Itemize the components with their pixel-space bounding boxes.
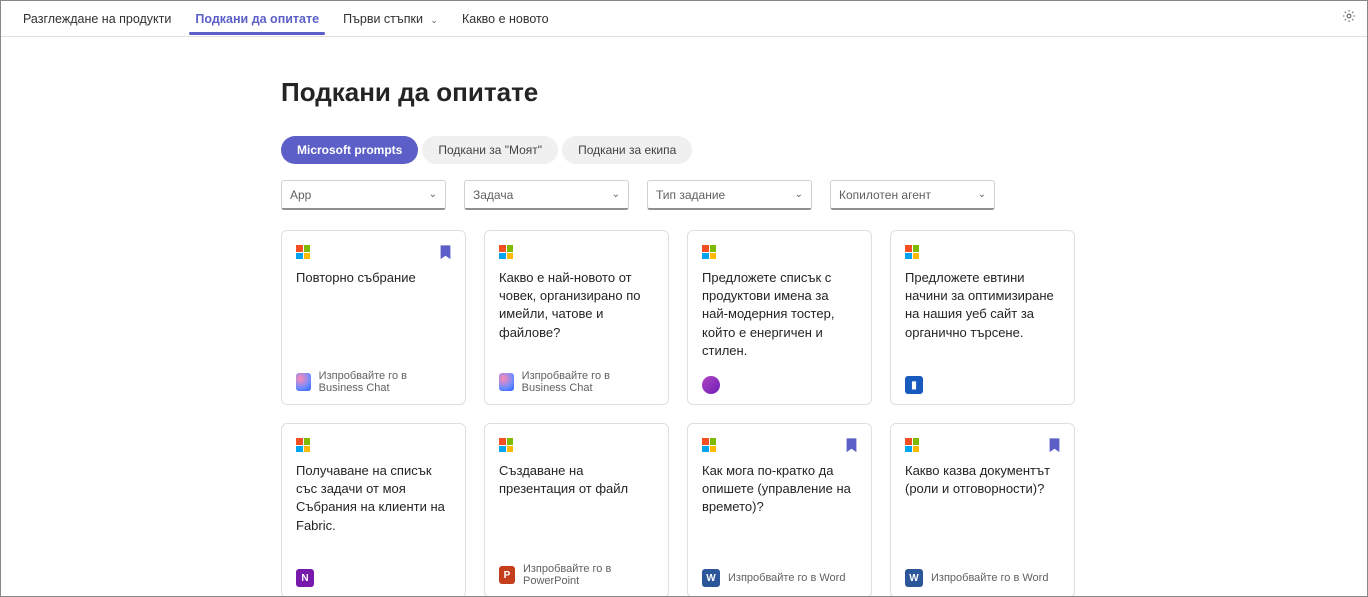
filter-app[interactable]: App ⌄ xyxy=(281,180,446,210)
prompt-card[interactable]: Повторно събрание Изпробвайте го в Busin… xyxy=(281,230,466,405)
copilot-icon xyxy=(296,373,311,391)
card-footer-label: Изпробвайте го в Business Chat xyxy=(319,370,451,394)
card-footer: Изпробвайте го в Business Chat xyxy=(296,370,451,394)
nav-browse-products[interactable]: Разглеждане на продукти xyxy=(11,4,183,34)
microsoft-logo-icon xyxy=(296,438,310,452)
bookmark-icon xyxy=(1049,438,1060,452)
nav-getting-started[interactable]: Първи стъпки ⌄ xyxy=(331,4,450,34)
tab-team-prompts[interactable]: Подкани за екипа xyxy=(562,136,692,164)
content-scroll-area[interactable]: Подкани да опитате Microsoft prompts Под… xyxy=(1,37,1367,596)
prompt-cards-grid: Повторно събрание Изпробвайте го в Busin… xyxy=(281,230,1367,596)
filter-app-label: App xyxy=(290,188,311,202)
prompt-card[interactable]: Какво казва документът (роли и отговорно… xyxy=(890,423,1075,596)
page-content: Подкани да опитате Microsoft prompts Под… xyxy=(1,37,1367,596)
chevron-down-icon: ⌄ xyxy=(429,189,437,200)
filter-task-type[interactable]: Тип задание ⌄ xyxy=(647,180,812,210)
top-nav-bar: Разглеждане на продукти Подкани да опита… xyxy=(1,1,1367,37)
card-header xyxy=(499,438,654,452)
card-footer: W Изпробвайте го в Word xyxy=(905,569,1060,587)
card-footer-label: Изпробвайте го в PowerPoint xyxy=(523,563,654,587)
chevron-down-icon: ⌄ xyxy=(430,15,438,25)
card-title: Какво е най-новото от човек, организиран… xyxy=(499,269,654,342)
filter-row: App ⌄ Задача ⌄ Тип задание ⌄ Копилотен а… xyxy=(281,180,1367,210)
card-header xyxy=(905,438,1060,452)
microsoft-logo-icon xyxy=(499,438,513,452)
card-footer: Изпробвайте го в Business Chat xyxy=(499,370,654,394)
prompt-card[interactable]: Получаване на списък със задачи от моя С… xyxy=(281,423,466,596)
card-title: Предложете евтини начини за оптимизиране… xyxy=(905,269,1060,342)
prompt-card[interactable]: Как мога по-кратко да опишете (управлени… xyxy=(687,423,872,596)
word-icon: W xyxy=(905,569,923,587)
powerpoint-icon: P xyxy=(499,566,515,584)
word-icon: W xyxy=(702,569,720,587)
page-title: Подкани да опитате xyxy=(281,77,1367,108)
tab-microsoft-prompts[interactable]: Microsoft prompts xyxy=(281,136,418,164)
card-footer: W Изпробвайте го в Word xyxy=(702,569,857,587)
nav-whats-new[interactable]: Какво е новото xyxy=(450,4,561,34)
card-title: Какво казва документът (роли и отговорно… xyxy=(905,462,1060,498)
card-header xyxy=(296,245,451,259)
card-header xyxy=(499,245,654,259)
card-header xyxy=(296,438,451,452)
card-title: Получаване на списък със задачи от моя С… xyxy=(296,462,451,535)
prompt-card[interactable]: Предложете списък с продуктови имена за … xyxy=(687,230,872,405)
nav-getting-started-label: Първи стъпки xyxy=(343,12,423,26)
loop-icon xyxy=(702,376,720,394)
settings-icon[interactable] xyxy=(1341,8,1357,24)
card-footer-label: Изпробвайте го в Word xyxy=(931,572,1048,584)
clipchamp-icon: ▮ xyxy=(905,376,923,394)
microsoft-logo-icon xyxy=(702,245,716,259)
bookmark-icon xyxy=(440,245,451,259)
card-footer xyxy=(702,376,857,394)
card-title: Създаване на презентация от файл xyxy=(499,462,654,498)
microsoft-logo-icon xyxy=(296,245,310,259)
card-footer-label: Изпробвайте го в Business Chat xyxy=(522,370,654,394)
filter-task-type-label: Тип задание xyxy=(656,188,725,202)
card-title: Предложете списък с продуктови имена за … xyxy=(702,269,857,360)
microsoft-logo-icon xyxy=(905,245,919,259)
nav-prompts-to-try[interactable]: Подкани да опитате xyxy=(183,4,331,34)
card-footer: ▮ xyxy=(905,376,1060,394)
microsoft-logo-icon xyxy=(905,438,919,452)
chevron-down-icon: ⌄ xyxy=(978,189,986,200)
microsoft-logo-icon xyxy=(702,438,716,452)
card-footer-label: Изпробвайте го в Word xyxy=(728,572,845,584)
card-header xyxy=(702,438,857,452)
filter-task[interactable]: Задача ⌄ xyxy=(464,180,629,210)
card-header xyxy=(905,245,1060,259)
card-footer: N xyxy=(296,569,451,587)
prompt-card[interactable]: Какво е най-новото от човек, организиран… xyxy=(484,230,669,405)
onenote-icon: N xyxy=(296,569,314,587)
card-title: Как мога по-кратко да опишете (управлени… xyxy=(702,462,857,517)
microsoft-logo-icon xyxy=(499,245,513,259)
chevron-down-icon: ⌄ xyxy=(612,189,620,200)
prompt-card[interactable]: Предложете евтини начини за оптимизиране… xyxy=(890,230,1075,405)
filter-task-label: Задача xyxy=(473,188,513,202)
tab-my-prompts[interactable]: Подкани за "Моят" xyxy=(422,136,558,164)
filter-copilot-agent-label: Копилотен агент xyxy=(839,188,931,202)
filter-copilot-agent[interactable]: Копилотен агент ⌄ xyxy=(830,180,995,210)
card-footer: P Изпробвайте го в PowerPoint xyxy=(499,563,654,587)
card-header xyxy=(702,245,857,259)
prompt-card[interactable]: Създаване на презентация от файл P Изпро… xyxy=(484,423,669,596)
card-title: Повторно събрание xyxy=(296,269,451,287)
topbar-actions xyxy=(1341,8,1357,29)
bookmark-icon xyxy=(846,438,857,452)
copilot-icon xyxy=(499,373,514,391)
prompt-source-tabs: Microsoft prompts Подкани за "Моят" Подк… xyxy=(281,136,1367,164)
chevron-down-icon: ⌄ xyxy=(795,189,803,200)
